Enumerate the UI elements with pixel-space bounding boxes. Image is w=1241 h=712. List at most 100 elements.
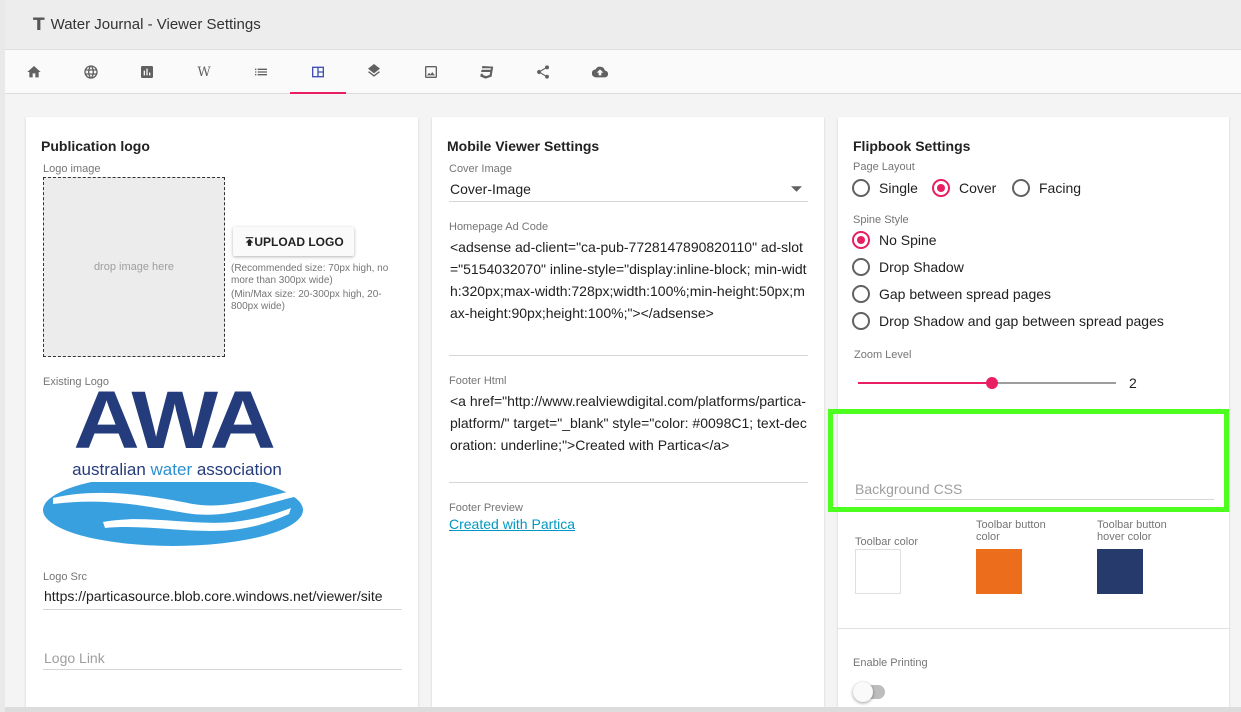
tab-viewer-layout[interactable] xyxy=(290,50,346,94)
upload-logo-button[interactable]: UPLOAD LOGO xyxy=(233,227,354,256)
radio-label: Facing xyxy=(1039,180,1082,196)
cloud-upload-icon xyxy=(592,66,608,78)
share-icon xyxy=(536,65,549,79)
cover-image-underline xyxy=(449,201,808,202)
radio-label: Single xyxy=(879,180,918,196)
radio-circle xyxy=(852,179,870,197)
tab-wikipedia[interactable]: W xyxy=(176,50,232,94)
layers-icon xyxy=(368,64,380,77)
section-divider xyxy=(838,628,1229,629)
radio-circle xyxy=(852,312,870,330)
spine-shadow-gap-radio[interactable]: Drop Shadow and gap between spread pages xyxy=(852,312,1164,330)
radio-circle xyxy=(852,258,870,276)
tab-layers[interactable] xyxy=(346,50,402,94)
page-layout-label: Page Layout xyxy=(853,161,915,173)
list-icon xyxy=(255,68,267,76)
toolbar-button-hover-swatch[interactable] xyxy=(1097,549,1143,594)
toggle-thumb xyxy=(853,682,873,702)
tab-list[interactable] xyxy=(233,50,289,94)
recommended-size-hint: (Recommended size: 70px high, no more th… xyxy=(231,263,389,286)
globe-icon xyxy=(84,65,98,79)
footer-html-label: Footer Html xyxy=(449,375,507,387)
upload-logo-label: UPLOAD LOGO xyxy=(254,234,344,249)
radio-label: Cover xyxy=(959,180,997,196)
bottom-scroll-strip xyxy=(5,707,1241,712)
radio-circle-selected xyxy=(932,179,950,197)
min-max-size-hint: (Min/Max size: 20-300px high, 20-800px w… xyxy=(231,289,382,312)
mobile-viewer-card: Mobile Viewer Settings Cover Image Cover… xyxy=(432,117,824,712)
layout-icon xyxy=(312,66,324,78)
title-bar: T Water Journal - Viewer Settings xyxy=(5,0,1241,50)
chevron-down-icon[interactable] xyxy=(791,186,802,192)
tab-css[interactable] xyxy=(459,50,515,94)
publication-logo-card: Publication logo Logo image drop image h… xyxy=(26,117,418,712)
tab-bar: W xyxy=(5,50,1241,94)
page-layout-single-radio[interactable]: Single xyxy=(852,179,918,197)
tab-home[interactable] xyxy=(6,50,62,94)
card-title: Mobile Viewer Settings xyxy=(447,138,600,154)
tab-image[interactable] xyxy=(403,50,459,94)
zoom-level-label: Zoom Level xyxy=(854,349,912,361)
existing-logo-image: AWA australian water association xyxy=(43,380,305,552)
tab-upload[interactable] xyxy=(572,50,628,94)
radio-label: No Spine xyxy=(879,232,937,248)
toolbar-button-color-swatch[interactable] xyxy=(976,549,1022,594)
slider-thumb[interactable] xyxy=(986,377,999,389)
spine-drop-shadow-radio[interactable]: Drop Shadow xyxy=(852,258,964,276)
app-window: T Water Journal - Viewer Settings W Publ… xyxy=(5,0,1241,712)
radio-circle xyxy=(852,285,870,303)
enable-printing-toggle[interactable] xyxy=(853,682,885,702)
logo-wordmark: AWA xyxy=(73,375,275,466)
highlight-box xyxy=(828,409,1229,512)
logo-src-input[interactable]: https://particasource.blob.core.windows.… xyxy=(44,588,402,604)
spine-gap-radio[interactable]: Gap between spread pages xyxy=(852,285,1051,303)
footer-preview-link[interactable]: Created with Partica xyxy=(449,516,575,532)
ad-code-label: Homepage Ad Code xyxy=(449,221,549,233)
radio-label: Gap between spread pages xyxy=(879,286,1052,302)
logo-dropzone[interactable]: drop image here xyxy=(43,177,225,357)
page-layout-facing-radio[interactable]: Facing xyxy=(1012,179,1081,197)
tab-share[interactable] xyxy=(515,50,571,94)
ad-code-underline xyxy=(449,355,808,356)
radio-label: Drop Shadow xyxy=(879,259,964,275)
wikipedia-icon: W xyxy=(197,64,211,80)
footer-preview-label: Footer Preview xyxy=(449,502,523,514)
image-icon xyxy=(425,66,437,78)
zoom-value: 2 xyxy=(1129,375,1137,391)
logo-subtitle: australian water association xyxy=(72,460,282,479)
logo-link-input[interactable]: Logo Link xyxy=(44,650,105,666)
toolbar-color-label: Toolbar color xyxy=(855,536,918,548)
drop-text: drop image here xyxy=(93,261,175,273)
spine-style-label: Spine Style xyxy=(853,214,909,226)
radio-label: Drop Shadow and gap between spread pages xyxy=(879,313,1164,329)
enable-printing-label: Enable Printing xyxy=(853,657,928,669)
tab-globe[interactable] xyxy=(63,50,119,94)
footer-html-textarea[interactable]: <a href="http://www.realviewdigital.com/… xyxy=(450,390,810,456)
chart-icon xyxy=(141,66,153,78)
window-title: Water Journal - Viewer Settings xyxy=(50,16,261,33)
toolbar-button-color-label: Toolbar button color xyxy=(976,519,1046,543)
spine-no-spine-radio[interactable]: No Spine xyxy=(852,231,937,249)
card-title: Flipbook Settings xyxy=(853,138,971,154)
logo-water-swoosh xyxy=(43,482,303,546)
logo-src-label: Logo Src xyxy=(43,571,88,583)
toolbar-color-swatch[interactable] xyxy=(855,549,901,594)
radio-circle-selected xyxy=(852,231,870,249)
cover-image-select[interactable]: Cover-Image xyxy=(450,181,531,197)
toolbar-button-hover-label: Toolbar button hover color xyxy=(1097,519,1167,543)
ad-code-textarea[interactable]: <adsense ad-client="ca-pub-7728147890820… xyxy=(450,236,810,324)
logo-image-label: Logo image xyxy=(43,163,101,175)
logo-src-underline xyxy=(43,609,402,610)
tab-analytics[interactable] xyxy=(119,50,175,94)
card-title: Publication logo xyxy=(41,138,150,154)
radio-circle xyxy=(1012,179,1030,197)
footer-html-underline xyxy=(449,482,808,483)
slider-fill xyxy=(858,382,993,384)
zoom-slider[interactable] xyxy=(858,374,1116,392)
page-layout-cover-radio[interactable]: Cover xyxy=(932,179,996,197)
css-icon xyxy=(480,66,494,79)
home-icon xyxy=(27,66,41,78)
text-icon: T xyxy=(33,14,45,35)
cover-image-label: Cover Image xyxy=(449,163,512,175)
logo-link-underline xyxy=(43,669,402,670)
